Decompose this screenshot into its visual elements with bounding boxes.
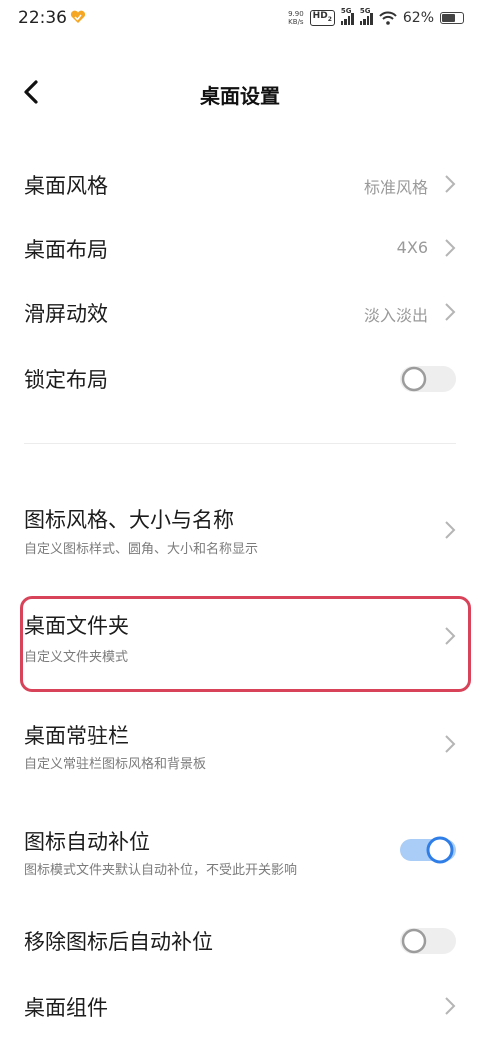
- chevron-right-icon: [445, 735, 456, 753]
- setting-description: 自定义常驻栏图标风格和背景板: [24, 757, 207, 772]
- page-title: 桌面设置: [200, 84, 280, 108]
- battery-percent: 62%: [402, 10, 434, 26]
- heart-icon: [70, 10, 86, 23]
- chevron-right-icon: [445, 521, 456, 539]
- setting-value: 4X6: [396, 238, 428, 257]
- setting-label: 桌面布局: [24, 238, 108, 262]
- setting-value: 标准风格: [363, 178, 428, 197]
- setting-label: 桌面风格: [24, 174, 108, 198]
- section-divider: [24, 443, 456, 444]
- setting-label: 移除图标后自动补位: [24, 930, 213, 954]
- chevron-right-icon: [445, 997, 456, 1015]
- hd-icon: HD2: [309, 10, 335, 26]
- setting-label: 图标风格、大小与名称: [24, 508, 234, 532]
- chevron-right-icon: [445, 627, 456, 645]
- status-icons: 9.90 KB/s HD2 5G 5G 62%: [288, 7, 464, 28]
- chevron-right-icon: [445, 303, 456, 321]
- network-speed: 9.90 KB/s: [288, 10, 304, 26]
- setting-desktop-style[interactable]: 桌面风格 标准风格: [0, 156, 480, 214]
- setting-label: 桌面常驻栏: [24, 724, 129, 748]
- setting-description: 图标模式文件夹默认自动补位，不受此开关影响: [24, 863, 298, 878]
- signal-icon: 5G: [340, 7, 354, 25]
- setting-auto-fill-icons: 图标自动补位 图标模式文件夹默认自动补位，不受此开关影响: [0, 816, 480, 888]
- setting-desktop-widgets[interactable]: 桌面组件: [0, 978, 480, 1036]
- lock-layout-toggle[interactable]: [400, 365, 456, 393]
- auto-fill-toggle[interactable]: [400, 836, 456, 864]
- setting-description: 自定义文件夹模式: [24, 650, 129, 665]
- status-time: 22:36: [18, 8, 67, 28]
- setting-dock-bar[interactable]: 桌面常驻栏 自定义常驻栏图标风格和背景板: [0, 710, 480, 782]
- auto-fill-after-remove-toggle[interactable]: [400, 927, 456, 955]
- signal-icon-2: 5G: [359, 7, 373, 25]
- setting-label: 滑屏动效: [24, 302, 108, 326]
- setting-description: 自定义图标样式、圆角、大小和名称显示: [24, 542, 259, 557]
- chevron-right-icon: [445, 175, 456, 193]
- setting-label: 桌面文件夹: [24, 614, 129, 638]
- setting-desktop-folder[interactable]: 桌面文件夹 自定义文件夹模式: [0, 604, 480, 676]
- setting-label: 图标自动补位: [24, 830, 150, 854]
- setting-value: 淡入淡出: [363, 306, 428, 325]
- setting-auto-fill-after-remove: 移除图标后自动补位: [0, 912, 480, 970]
- status-bar: 22:36 9.90 KB/s HD2 5G 5G 62%: [0, 0, 480, 36]
- setting-label: 锁定布局: [24, 368, 108, 392]
- battery-icon: [440, 12, 464, 24]
- setting-desktop-layout[interactable]: 桌面布局 4X6: [0, 220, 480, 278]
- setting-icon-style[interactable]: 图标风格、大小与名称 自定义图标样式、圆角、大小和名称显示: [0, 496, 480, 568]
- wifi-icon: [379, 11, 397, 25]
- app-bar: 桌面设置: [0, 62, 480, 122]
- setting-lock-layout: 锁定布局: [0, 350, 480, 408]
- setting-label: 桌面组件: [24, 996, 108, 1020]
- setting-swipe-effect[interactable]: 滑屏动效 淡入淡出: [0, 284, 480, 342]
- chevron-right-icon: [445, 239, 456, 257]
